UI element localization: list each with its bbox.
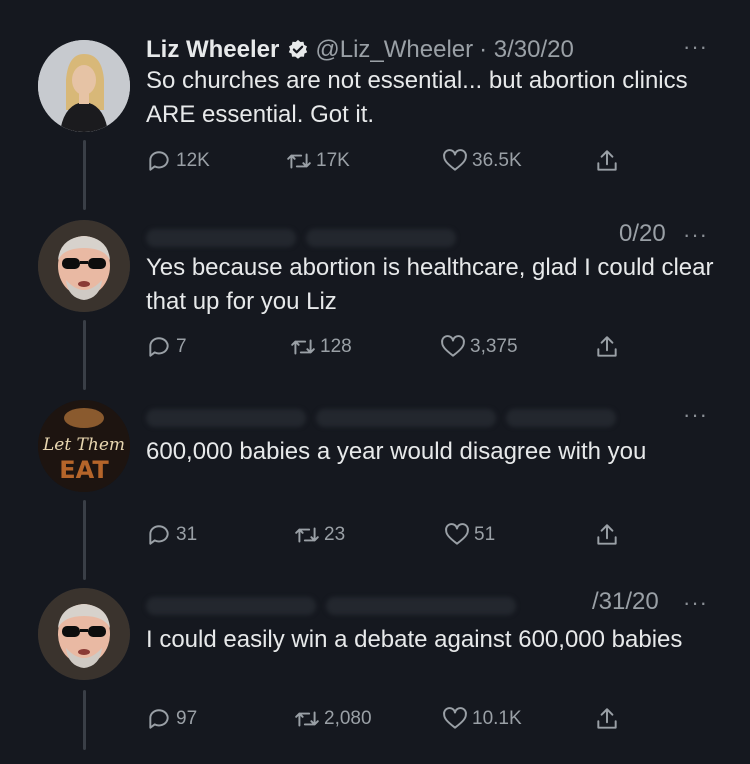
reply-button[interactable]: 12K	[146, 148, 210, 174]
like-count: 51	[474, 524, 496, 545]
like-count: 3,375	[470, 336, 518, 357]
reply-icon	[149, 151, 169, 171]
author-name-redacted	[146, 409, 306, 427]
tweet-text: Yes because abortion is healthcare, glad…	[146, 254, 714, 315]
author-name[interactable]: Liz Wheeler	[146, 36, 279, 64]
retweet-icon	[295, 527, 319, 543]
author-handle-redacted	[306, 229, 456, 247]
avatar-man-sunglasses-image	[38, 220, 130, 312]
retweet-count: 2,080	[324, 708, 372, 729]
retweet-button[interactable]: 23	[294, 522, 345, 548]
tweet-header	[146, 400, 616, 436]
reply-icon	[149, 709, 169, 729]
tweet[interactable]: 0/20 ··· Yes because abortion is healthc…	[0, 218, 750, 388]
author-name-redacted	[146, 597, 316, 615]
retweet-button[interactable]: 128	[290, 334, 352, 360]
avatar-woman-image	[38, 40, 130, 132]
reply-count: 12K	[176, 150, 210, 171]
more-icon[interactable]: ···	[683, 590, 708, 616]
share-button[interactable]	[594, 706, 624, 732]
like-count: 10.1K	[472, 708, 522, 729]
tweet[interactable]: Liz Wheeler @Liz_Wheeler · 3/30/20 ··· S…	[0, 30, 750, 200]
like-icon	[443, 149, 467, 171]
action-bar: 97 2,080 10.1K	[146, 706, 626, 738]
avatar[interactable]	[38, 220, 130, 312]
author-handle-redacted	[326, 597, 516, 615]
avatar[interactable]: Let Them EAT	[38, 400, 130, 492]
action-bar: 7 128 3,375	[146, 334, 626, 366]
avatar-script-text: Let Them	[42, 435, 125, 455]
like-button[interactable]: 3,375	[440, 334, 518, 360]
more-icon[interactable]: ···	[683, 402, 708, 428]
reply-icon	[149, 337, 169, 357]
reply-count: 7	[176, 336, 187, 357]
tweet-date[interactable]: /31/20	[592, 588, 659, 616]
tweet-date[interactable]: 0/20	[619, 220, 666, 248]
retweet-icon	[291, 339, 315, 355]
avatar[interactable]	[38, 588, 130, 680]
share-icon	[597, 708, 617, 729]
retweet-count: 23	[324, 524, 346, 545]
tweet-header: Liz Wheeler @Liz_Wheeler · 3/30/20	[146, 32, 574, 68]
more-icon[interactable]: ···	[683, 222, 708, 248]
tweet-text: So churches are not essential... but abo…	[146, 67, 688, 128]
reply-button[interactable]: 7	[146, 334, 187, 360]
avatar-logo-text: EAT	[59, 456, 109, 484]
like-button[interactable]: 51	[444, 522, 495, 548]
share-icon	[597, 336, 617, 357]
retweet-icon	[287, 153, 311, 169]
retweet-count: 128	[320, 336, 352, 357]
avatar[interactable]	[38, 40, 130, 132]
retweet-button[interactable]: 17K	[286, 148, 350, 174]
author-name-redacted	[146, 229, 296, 247]
share-button[interactable]	[594, 334, 624, 360]
reply-button[interactable]: 31	[146, 522, 197, 548]
tweet-date-redacted	[506, 409, 616, 427]
like-icon	[441, 335, 465, 357]
avatar-logo-image: Let Them EAT	[38, 400, 130, 492]
tweet-text: I could easily win a debate against 600,…	[146, 626, 683, 653]
like-button[interactable]: 36.5K	[442, 148, 522, 174]
share-button[interactable]	[594, 148, 624, 174]
tweet-date[interactable]: · 3/30/20	[479, 36, 574, 64]
like-icon	[443, 707, 467, 729]
share-icon	[597, 150, 617, 171]
reply-button[interactable]: 97	[146, 706, 197, 732]
tweet-text: 600,000 babies a year would disagree wit…	[146, 438, 647, 465]
action-bar: 12K 17K 36.5K	[146, 148, 626, 180]
verified-icon	[289, 39, 308, 59]
retweet-button[interactable]: 2,080	[294, 706, 372, 732]
reply-count: 31	[176, 524, 198, 545]
tweet[interactable]: /31/20 ··· I could easily win a debate a…	[0, 588, 750, 758]
share-icon	[597, 524, 617, 545]
like-count: 36.5K	[472, 150, 522, 171]
tweet[interactable]: Let Them EAT ··· 600,000 babies a year w…	[0, 398, 750, 568]
retweet-icon	[295, 711, 319, 727]
action-bar: 31 23 51	[146, 522, 626, 554]
reply-count: 97	[176, 708, 198, 729]
tweet-header	[146, 588, 516, 624]
more-icon[interactable]: ···	[683, 34, 708, 60]
reply-icon	[149, 525, 169, 545]
author-handle-redacted	[316, 409, 496, 427]
like-button[interactable]: 10.1K	[442, 706, 522, 732]
author-handle[interactable]: @Liz_Wheeler	[315, 36, 473, 64]
share-button[interactable]	[594, 522, 624, 548]
avatar-man-sunglasses-image	[38, 588, 130, 680]
retweet-count: 17K	[316, 150, 350, 171]
like-icon	[445, 523, 469, 545]
